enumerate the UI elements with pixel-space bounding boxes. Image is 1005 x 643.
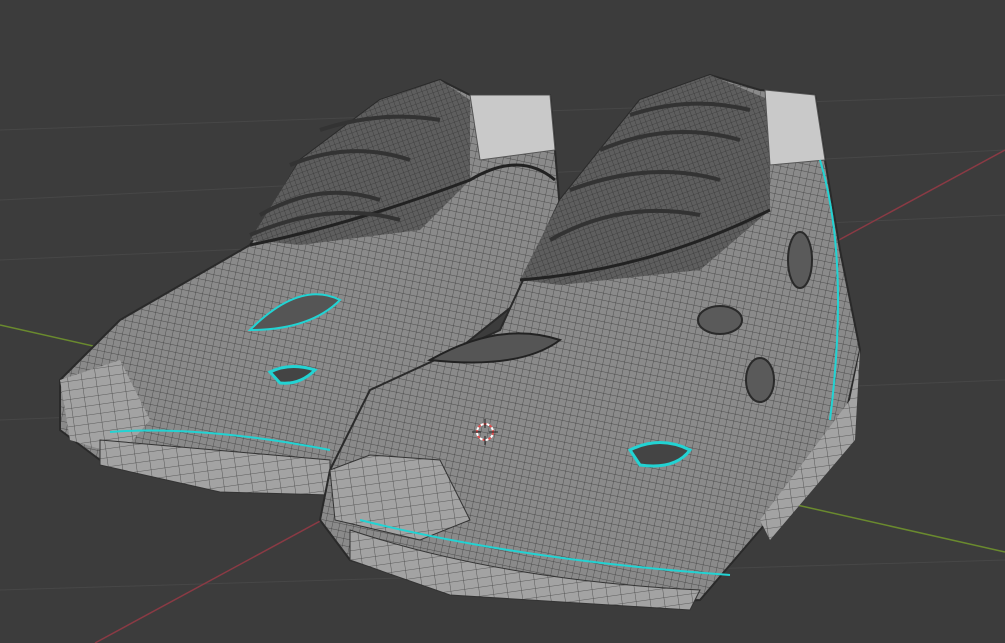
- 3d-viewport[interactable]: [0, 0, 1005, 643]
- viewport-canvas[interactable]: [0, 0, 1005, 643]
